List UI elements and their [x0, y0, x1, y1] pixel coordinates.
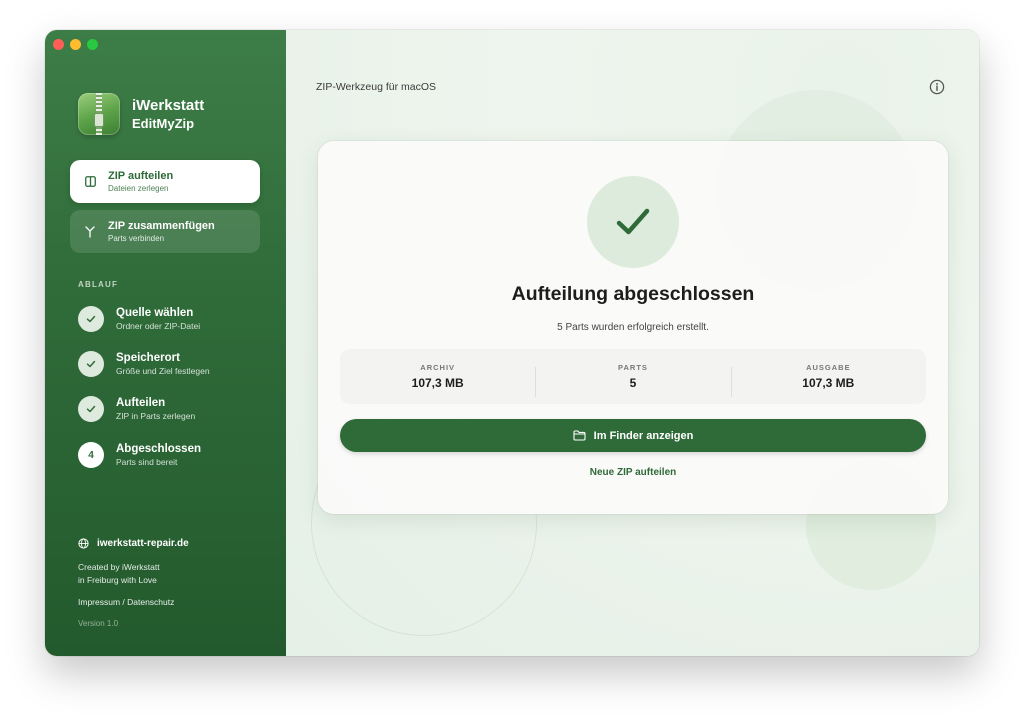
checkmark-icon [78, 396, 104, 422]
checkmark-icon [78, 351, 104, 377]
new-split-link[interactable]: Neue ZIP aufteilen [318, 467, 948, 478]
credit-line: in Freiburg with Love [78, 574, 157, 585]
version-label: Version 1.0 [78, 619, 119, 628]
credits: Created by iWerkstatt in Freiburg with L… [78, 561, 160, 586]
stat-parts: PARTS 5 [535, 363, 730, 397]
step-split: Aufteilen ZIP in Parts zerlegen [78, 396, 195, 422]
close-window-button[interactable] [53, 39, 64, 50]
mode-merge-zip[interactable]: ZIP zusammenfügen Parts verbinden [70, 210, 260, 253]
step-title: Aufteilen [116, 397, 166, 409]
step-subtitle: Parts sind bereit [116, 457, 178, 467]
stat-label: PARTS [618, 363, 648, 372]
folder-icon [573, 430, 586, 441]
mode-split-zip[interactable]: ZIP aufteilen Dateien zerlegen [70, 160, 260, 203]
stat-output: AUSGABE 107,3 MB [730, 363, 926, 397]
info-circle-icon[interactable] [929, 79, 945, 95]
product-name: EditMyZip [132, 116, 195, 131]
stat-label: ARCHIV [420, 363, 456, 372]
show-in-finder-label: Im Finder anzeigen [593, 429, 694, 442]
large-checkmark-icon [587, 176, 679, 268]
merge-arrows-icon [84, 225, 96, 238]
step-number-badge: 4 [78, 442, 104, 468]
result-subtitle: 5 Parts wurden erfolgreich erstellt. [557, 322, 709, 333]
app-window: iWerkstatt EditMyZip ZIP aufteilen Datei… [45, 30, 979, 656]
page-title: ZIP-Werkzeug für macOS [316, 81, 437, 93]
result-card: Aufteilung abgeschlossen 5 Parts wurden … [318, 141, 948, 514]
legal-link[interactable]: Impressum / Datenschutz [78, 597, 174, 607]
mode-title: ZIP aufteilen [108, 170, 174, 182]
website-link[interactable]: iwerkstatt-repair.de [78, 538, 189, 549]
zoom-window-button[interactable] [87, 39, 98, 50]
step-subtitle: ZIP in Parts zerlegen [116, 411, 196, 421]
step-destination: Speicherort Größe und Ziel festlegen [78, 351, 210, 377]
sidebar: iWerkstatt EditMyZip ZIP aufteilen Datei… [45, 30, 286, 656]
mode-title: ZIP zusammenfügen [108, 220, 215, 232]
step-subtitle: Größe und Ziel festlegen [116, 366, 210, 376]
stat-value: 5 [629, 376, 637, 390]
website-url: iwerkstatt-repair.de [97, 538, 189, 549]
stat-archive: ARCHIV 107,3 MB [340, 363, 535, 390]
brand-name: iWerkstatt [132, 97, 205, 114]
workflow-heading: ABLAUF [78, 280, 119, 289]
split-columns-icon [84, 176, 96, 188]
stat-value: 107,3 MB [802, 376, 855, 390]
mode-subtitle: Parts verbinden [108, 234, 165, 243]
stat-label: AUSGABE [806, 363, 851, 372]
step-title: Quelle wählen [116, 307, 194, 319]
step-completed: 4 Abgeschlossen Parts sind bereit [78, 442, 201, 468]
credit-line: Created by iWerkstatt [78, 562, 160, 572]
show-in-finder-button[interactable]: Im Finder anzeigen [340, 419, 926, 452]
step-source: Quelle wählen Ordner oder ZIP-Datei [78, 306, 200, 332]
minimize-window-button[interactable] [70, 39, 81, 50]
step-title: Abgeschlossen [116, 443, 201, 455]
globe-icon [78, 538, 89, 549]
window-controls [53, 39, 98, 50]
stat-value: 107,3 MB [411, 376, 464, 390]
app-icon [78, 93, 120, 135]
checkmark-icon [78, 306, 104, 332]
stats-panel: ARCHIV 107,3 MB PARTS 5 AUSGABE 107,3 MB [340, 349, 926, 404]
mode-subtitle: Dateien zerlegen [108, 184, 169, 193]
result-title: Aufteilung abgeschlossen [511, 283, 755, 305]
step-subtitle: Ordner oder ZIP-Datei [116, 321, 201, 331]
brand: iWerkstatt EditMyZip [78, 93, 204, 135]
main-content: ZIP-Werkzeug für macOS Aufteilung abgesc… [286, 30, 979, 656]
step-title: Speicherort [116, 352, 180, 364]
